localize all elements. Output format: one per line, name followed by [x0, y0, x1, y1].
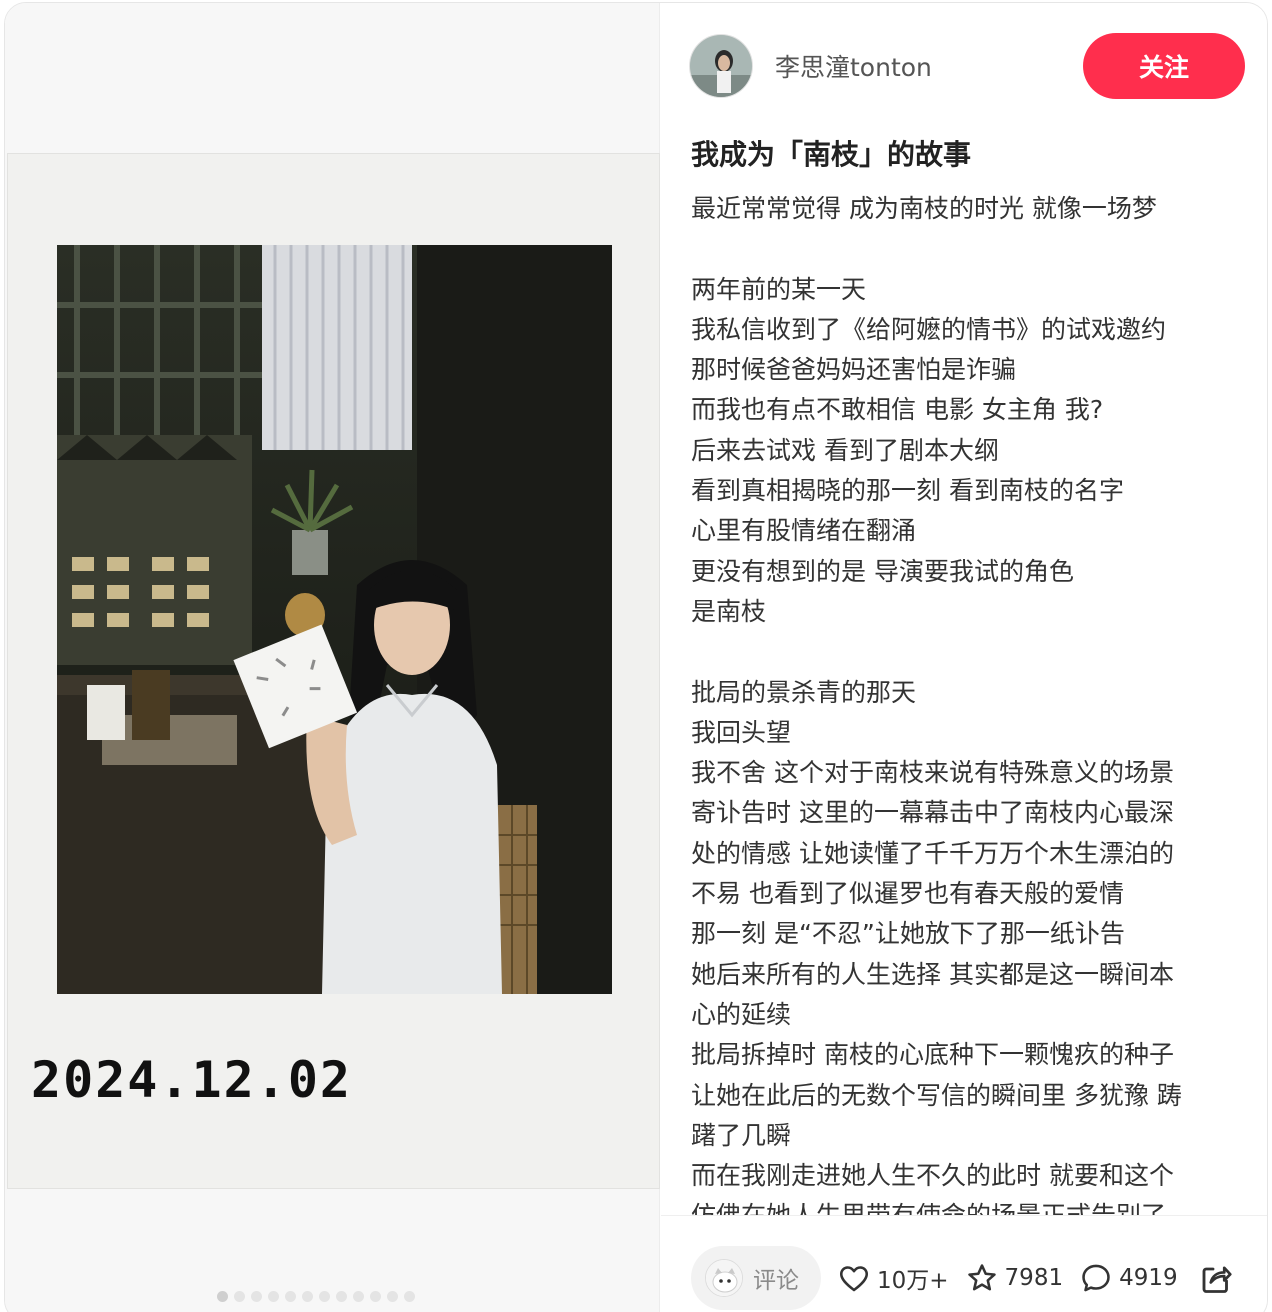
polaroid-frame: 2024.12.02 [7, 153, 660, 1189]
photo[interactable] [57, 245, 612, 994]
note-detail-card: 2024.12.02 李思潼tonton 关注 我成为「南枝」的故事 最近常常觉… [4, 2, 1268, 1312]
author-name[interactable]: 李思潼tonton [775, 48, 932, 84]
carousel-dot[interactable] [387, 1291, 398, 1302]
carousel-dot[interactable] [370, 1291, 381, 1302]
note-body-line: 仿佛在她人生里带有使命的场景正式告别了 [691, 1196, 1251, 1215]
carousel-dot[interactable] [234, 1291, 245, 1302]
comment-placeholder: 评论 [753, 1268, 799, 1294]
note-body-line: 我不舍 这个对于南枝来说有特殊意义的场景 [691, 758, 1174, 788]
follow-button[interactable]: 关注 [1083, 33, 1245, 99]
note-body-line: 批局拆掉时 南枝的心底种下一颗愧疚的种子 [691, 1040, 1174, 1070]
note-body-line: 不易 也看到了似暹罗也有春天般的爱情 [691, 879, 1124, 909]
carousel-dot[interactable] [319, 1291, 330, 1302]
note-body-line: 让她在此后的无数个写信的瞬间里 多犹豫 踌 [691, 1080, 1182, 1110]
share-icon[interactable] [1198, 1260, 1234, 1296]
carousel-dot[interactable] [217, 1291, 228, 1302]
note-body-line: 心的延续 [691, 999, 792, 1029]
note-body-line: 那时候爸爸妈妈还害怕是诈骗 [691, 355, 1017, 385]
note-body[interactable]: 最近常常觉得 成为南枝的时光 就像一场梦 两年前的某一天我私信收到了《给阿嬷的情书… [691, 189, 1251, 1215]
note-body-line: 她后来所有的人生选择 其实都是这一瞬间本 [691, 959, 1174, 989]
note-body-line: 是南枝 [691, 596, 767, 626]
carousel-indicator[interactable] [217, 1291, 415, 1302]
cat-avatar-image [706, 1260, 742, 1296]
author-row: 李思潼tonton 关注 [689, 33, 1245, 99]
heart-icon [839, 1266, 869, 1292]
like-count: 10万+ [877, 1268, 949, 1294]
note-body-line: 看到真相揭晓的那一刻 看到南枝的名字 [691, 476, 1124, 506]
collect-button[interactable]: 7981 [965, 1261, 1064, 1295]
note-body-line: 后来去试戏 看到了剧本大纲 [691, 435, 999, 465]
carousel-dot[interactable] [285, 1291, 296, 1302]
note-body-line [691, 229, 1251, 269]
note-body-line: 两年前的某一天 [691, 274, 867, 304]
carousel-dot[interactable] [302, 1291, 313, 1302]
avatar-image [690, 35, 752, 97]
note-body-line: 我回头望 [691, 717, 792, 747]
note-body-line: 躇了几瞬 [691, 1120, 792, 1150]
note-body-line: 而我也有点不敢相信 电影 女主角 我? [691, 395, 1104, 425]
note-body-line: 我私信收到了《给阿嬷的情书》的试戏邀约 [691, 314, 1167, 344]
carousel-dot[interactable] [336, 1291, 347, 1302]
note-body-line: 那一刻 是“不忍”让她放下了那一纸讣告 [691, 919, 1125, 949]
engagement-bar: 评论 10万+ 7981 4919 [691, 1245, 1247, 1311]
photo-illustration [57, 245, 612, 994]
like-button[interactable]: 10万+ [837, 1261, 949, 1295]
divider [661, 1215, 1267, 1216]
star-icon [967, 1264, 996, 1291]
collect-count: 7981 [1004, 1265, 1064, 1291]
note-body-line: 处的情感 让她读懂了千千万万个木生漂泊的 [691, 838, 1174, 868]
note-body-line: 而在我刚走进她人生不久的此时 就要和这个 [691, 1161, 1174, 1191]
author-avatar[interactable] [689, 34, 753, 98]
note-body-line: 心里有股情绪在翻涌 [691, 516, 917, 546]
current-user-avatar [705, 1259, 743, 1297]
comment-count: 4919 [1119, 1265, 1178, 1291]
carousel-dot[interactable] [353, 1291, 364, 1302]
comment-button[interactable]: 4919 [1079, 1261, 1178, 1295]
media-panel[interactable]: 2024.12.02 [5, 3, 660, 1312]
note-title: 我成为「南枝」的故事 [691, 138, 972, 171]
note-body-line: 寄讣告时 这里的一幕幕击中了南枝内心最深 [691, 798, 1174, 828]
note-body-line: 批局的景杀青的那天 [691, 677, 917, 707]
carousel-dot[interactable] [268, 1291, 279, 1302]
handwritten-date: 2024.12.02 [31, 1051, 353, 1109]
note-body-line: 更没有想到的是 导演要我试的角色 [691, 556, 1074, 586]
note-body-line: 最近常常觉得 成为南枝的时光 就像一场梦 [691, 194, 1157, 223]
carousel-dot[interactable] [404, 1291, 415, 1302]
carousel-dot[interactable] [251, 1291, 262, 1302]
comment-input[interactable]: 评论 [691, 1246, 821, 1310]
chat-bubble-icon [1082, 1264, 1110, 1292]
note-content-panel: 李思潼tonton 关注 我成为「南枝」的故事 最近常常觉得 成为南枝的时光 就… [661, 3, 1267, 1312]
note-body-line [691, 632, 1251, 672]
